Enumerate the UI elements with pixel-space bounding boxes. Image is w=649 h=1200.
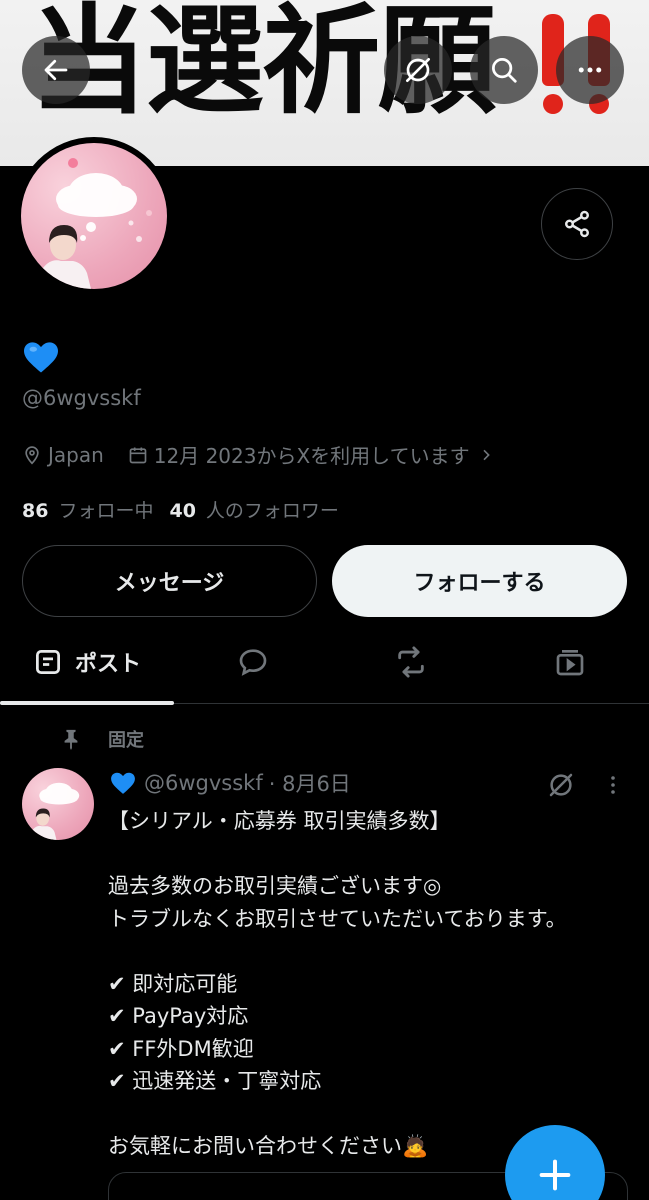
chevron-right-icon (483, 449, 490, 460)
tab-posts-label: ポスト (74, 652, 141, 677)
follow-stats: 86 フォロー中 40 人のフォロワー (22, 496, 339, 523)
profile-avatar[interactable] (15, 137, 173, 295)
tab-posts[interactable]: ポスト (0, 620, 174, 705)
followers-label: 人のフォロワー (205, 500, 339, 522)
followers-count: 40 (169, 500, 196, 522)
share-icon (565, 210, 589, 238)
avatar-image (21, 143, 167, 289)
post-line: 過去多数のお取引実績ございます◎ (108, 874, 442, 898)
pin-icon (64, 729, 78, 750)
post-line: ✔ PayPay対応 (108, 1004, 249, 1028)
search-icon (492, 58, 517, 83)
calendar-icon (129, 447, 147, 463)
profile-handle: @6wgvsskf (22, 386, 141, 410)
tab-reposts[interactable] (332, 620, 490, 704)
follow-button[interactable]: フォローする (332, 545, 627, 617)
grok-button[interactable] (384, 36, 452, 104)
tab-media[interactable] (490, 620, 649, 704)
display-name (22, 340, 62, 376)
arrow-left-icon (44, 59, 68, 81)
post-author-avatar[interactable] (22, 768, 94, 840)
media-icon (556, 650, 583, 676)
followers-link[interactable]: 40 人のフォロワー (169, 496, 338, 523)
join-date-text: 12月 2023からXを利用しています (153, 444, 470, 468)
post-date[interactable]: · 8月6日 (269, 768, 351, 798)
tab-replies[interactable] (174, 620, 332, 704)
more-button[interactable] (556, 36, 624, 104)
join-date[interactable]: 12月 2023からXを利用しています (128, 440, 494, 469)
message-button[interactable]: メッセージ (22, 545, 317, 617)
plus-icon (539, 1159, 571, 1191)
active-tab-indicator (0, 701, 174, 705)
post-header: @6wgvsskf · 8月6日 (110, 768, 351, 798)
location-text: Japan (48, 442, 104, 467)
following-link[interactable]: 86 フォロー中 (22, 496, 153, 523)
location: Japan (22, 443, 104, 467)
blue-heart-emoji (111, 772, 135, 794)
post-line: ✔ 迅速発送・丁寧対応 (108, 1069, 322, 1093)
post-line: ✔ FF外DM歓迎 (108, 1036, 254, 1061)
post-text: 【シリアル・応募券 取引実績多数】 過去多数のお取引実績ございます◎ トラブルな… (108, 805, 628, 1163)
grok-slash-circle-icon (549, 773, 573, 797)
location-pin-icon (25, 445, 39, 465)
replies-icon (239, 649, 267, 676)
more-vertical-icon (611, 776, 615, 794)
back-button[interactable] (22, 36, 90, 104)
following-count: 86 (22, 500, 49, 522)
more-horizontal-icon (578, 67, 602, 73)
profile-meta: Japan 12月 2023からXを利用しています (22, 440, 494, 469)
search-button[interactable] (470, 36, 538, 104)
post-line: 【シリアル・応募券 取引実績多数】 (108, 809, 451, 833)
share-button[interactable] (541, 188, 613, 260)
post-line (108, 935, 628, 968)
blue-heart-emoji (24, 342, 58, 373)
post-author-handle[interactable]: @6wgvsskf (144, 771, 263, 795)
reposts-icon (398, 646, 424, 678)
pinned-label: 固定 (108, 730, 144, 751)
pinned-indicator: 固定 (60, 726, 144, 752)
posts-icon (35, 650, 60, 674)
post-line: トラブルなくお取引させていただいております。 (108, 906, 567, 931)
grok-slash-circle-icon (406, 58, 430, 82)
post-line: ✔ 即対応可能 (108, 971, 238, 996)
post-grok-button[interactable] (546, 770, 576, 804)
profile-tabs: ポスト (0, 620, 649, 705)
post-line (108, 838, 628, 871)
post-more-button[interactable] (601, 772, 625, 802)
following-label: フォロー中 (58, 500, 154, 522)
